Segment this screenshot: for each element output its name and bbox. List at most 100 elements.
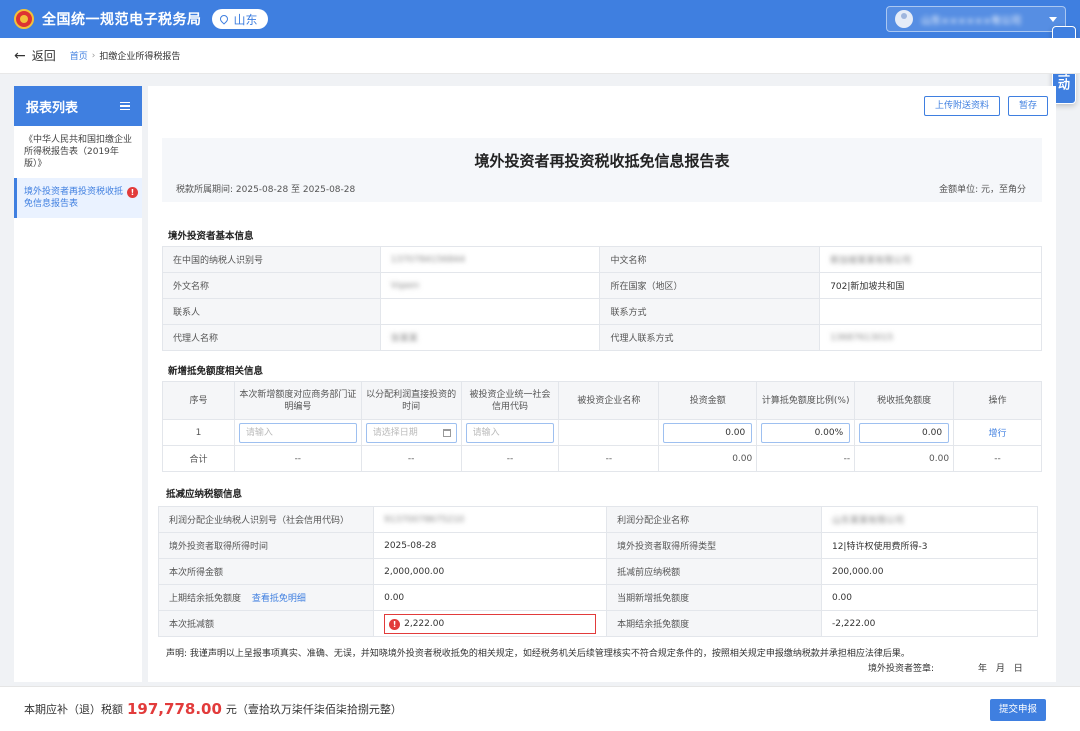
credit-code-input[interactable]: 请输入	[465, 422, 555, 443]
column-header: 以分配利润直接投资的时间	[360, 381, 462, 420]
dash-cell: --	[360, 445, 462, 472]
location-pin-icon	[217, 13, 230, 25]
region-selector[interactable]: 山东	[211, 9, 268, 29]
profit-company-name-value: 山东某某有限公司	[820, 506, 1039, 533]
column-header: 投资金额	[658, 381, 758, 420]
income-type-value: 12|特许权使用费所得-3	[820, 532, 1039, 559]
profit-company-id-value: 91370078675210	[373, 506, 608, 533]
column-header: 税收抵免额度	[854, 381, 955, 420]
view-credit-details-link[interactable]: 查看抵免明细	[252, 594, 306, 604]
save-draft-button[interactable]: 暂存	[1007, 96, 1048, 116]
tax-emblem-logo	[14, 9, 34, 29]
foreign-name-value: Vqaen	[379, 272, 601, 299]
ending-balance-value: -2,222.00	[820, 610, 1039, 637]
income-date-value: 2025-08-28	[373, 532, 608, 559]
invested-company-name-cell	[558, 419, 660, 446]
add-row-link[interactable]: 增行	[989, 429, 1007, 439]
table-row: 本次抵减额 ! 2,222.00 本期结余抵免额度 -2,222.00	[157, 610, 1039, 637]
table-row: 利润分配企业纳税人识别号（社会信用代码） 91370078675210 利润分配…	[157, 506, 1039, 533]
cell: 0.00	[658, 419, 758, 446]
certificate-number-input[interactable]: 请输入	[238, 422, 357, 443]
report-title: 境外投资者再投资税收抵免信息报告表	[474, 152, 730, 170]
agent-name-value: 张某某	[379, 324, 601, 351]
tax-credit-input[interactable]: 0.00	[859, 422, 950, 443]
error-badge: !	[127, 187, 138, 198]
field-label: 在中国的纳税人识别号	[162, 246, 381, 273]
table-row: 外文名称 Vqaen 所在国家（地区） 702|新加坡共和国	[162, 272, 1042, 299]
total-label: 合计	[162, 445, 235, 472]
table-total-row: 合计 -- -- -- -- 0.00 -- 0.00 --	[162, 445, 1042, 472]
field-label: 代理人联系方式	[599, 324, 821, 351]
cell: 0.00%	[756, 419, 856, 446]
credit-ratio-input[interactable]: 0.00%	[761, 422, 851, 443]
field-label: 代理人名称	[162, 324, 381, 351]
deduction-table: 利润分配企业纳税人识别号（社会信用代码） 91370078675210 利润分配…	[157, 506, 1039, 637]
table-row: 境外投资者取得所得时间 2025-08-28 境外投资者取得所得类型 12|特许…	[157, 532, 1039, 559]
field-label: 利润分配企业名称	[606, 506, 822, 533]
report-list-title: 报表列表	[26, 100, 79, 116]
field-label: 上期结余抵免额度 查看抵免明细	[157, 584, 375, 611]
menu-icon[interactable]	[120, 102, 130, 110]
country-value: 702|新加坡共和国	[819, 272, 1042, 299]
footer-bar: 本期应补（退）税额 197,778.00 元（壹拾玖万柒仟柒佰柒拾捌元整） 提交…	[0, 686, 1080, 731]
back-arrow-icon[interactable]: ←	[14, 48, 26, 64]
field-label: 本次所得金额	[157, 558, 375, 585]
investment-date-picker[interactable]: 请选择日期	[365, 422, 457, 443]
breadcrumb: ← 返回 首页 › 扣缴企业所得税报告	[0, 38, 1080, 74]
field-label: 中文名称	[599, 246, 821, 273]
signature-date: 年 月 日	[978, 664, 1023, 674]
tax-due-label: 本期应补（退）税额	[24, 703, 123, 716]
table-row: 本次所得金额 2,000,000.00 抵减前应纳税额 200,000.00	[157, 558, 1039, 585]
current-deduction-value: 2,222.00	[404, 618, 445, 629]
field-label: 当期新增抵免额度	[606, 584, 822, 611]
back-button[interactable]: 返回	[32, 47, 56, 64]
sidebar-item-withholding-report[interactable]: 《中华人民共和国扣缴企业所得税报告表（2019年版）》	[14, 126, 142, 178]
sidebar-item-reinvestment-report[interactable]: 境外投资者再投资税收抵免信息报告表 !	[14, 178, 142, 218]
table-row: 代理人名称 张某某 代理人联系方式 13687613015	[162, 324, 1042, 351]
signature-label: 境外投资者签章:	[868, 664, 935, 674]
prior-balance-value: 0.00	[373, 584, 608, 611]
basic-info-table: 在中国的纳税人识别号 1370784156844 中文名称 新加坡某某有限公司 …	[162, 246, 1042, 351]
field-label: 抵减前应纳税额	[606, 558, 822, 585]
cell: ! 2,222.00	[373, 610, 608, 637]
field-label: 外文名称	[162, 272, 381, 299]
top-header: 全国统一规范电子税务局 山东 山东××××××有公司	[0, 0, 1080, 38]
breadcrumb-home[interactable]: 首页	[70, 49, 88, 62]
dash-cell: --	[953, 445, 1042, 472]
field-label: 境外投资者取得所得时间	[157, 532, 375, 559]
field-label: 利润分配企业纳税人识别号（社会信用代码）	[157, 506, 375, 533]
date-placeholder: 请选择日期	[372, 427, 418, 438]
upload-attachments-button[interactable]: 上传附送资料	[923, 96, 1000, 116]
cell: 增行	[953, 419, 1042, 446]
dash-cell: --	[233, 445, 362, 472]
tax-period: 税款所属期间: 2025-08-28 至 2025-08-28	[176, 185, 356, 195]
current-deduction-input[interactable]: ! 2,222.00	[384, 613, 597, 634]
section-title-new-quota: 新增抵免额度相关信息	[168, 366, 264, 377]
sidebar-item-label: 《中华人民共和国扣缴企业所得税报告表（2019年版）》	[24, 135, 133, 169]
contact-value	[379, 298, 601, 325]
agent-phone-value: 13687613015	[819, 324, 1042, 351]
user-menu[interactable]: 山东××××××有公司	[886, 6, 1066, 32]
breadcrumb-separator: ›	[91, 50, 96, 61]
column-header: 被投资企业统一社会信用代码	[460, 381, 560, 420]
submit-declaration-button[interactable]: 提交申报	[990, 699, 1046, 721]
field-label: 联系方式	[599, 298, 821, 325]
section-title-deduction: 抵减应纳税额信息	[166, 489, 243, 500]
table-row: 上期结余抵免额度 查看抵免明细 0.00 当期新增抵免额度 0.00	[157, 584, 1039, 611]
user-avatar-icon	[895, 10, 913, 28]
total-investment: 0.00	[658, 445, 758, 472]
chinese-name-value: 新加坡某某有限公司	[819, 246, 1042, 273]
total-credit: 0.00	[854, 445, 955, 472]
table-row: 在中国的纳税人识别号 1370784156844 中文名称 新加坡某某有限公司	[162, 246, 1042, 273]
investment-amount-input[interactable]: 0.00	[663, 422, 753, 443]
dash-cell: --	[460, 445, 560, 472]
cell: 请选择日期	[360, 419, 462, 446]
column-header: 序号	[162, 381, 235, 420]
section-title-basic-info: 境外投资者基本信息	[168, 231, 254, 242]
user-name: 山东××××××有公司	[921, 15, 1022, 27]
contact-method-value	[819, 298, 1042, 325]
field-label: 联系人	[162, 298, 381, 325]
report-list-panel: 报表列表 《中华人民共和国扣缴企业所得税报告表（2019年版）》 境外投资者再投…	[14, 86, 142, 682]
cell: 0.00	[854, 419, 955, 446]
error-icon: !	[389, 618, 401, 630]
